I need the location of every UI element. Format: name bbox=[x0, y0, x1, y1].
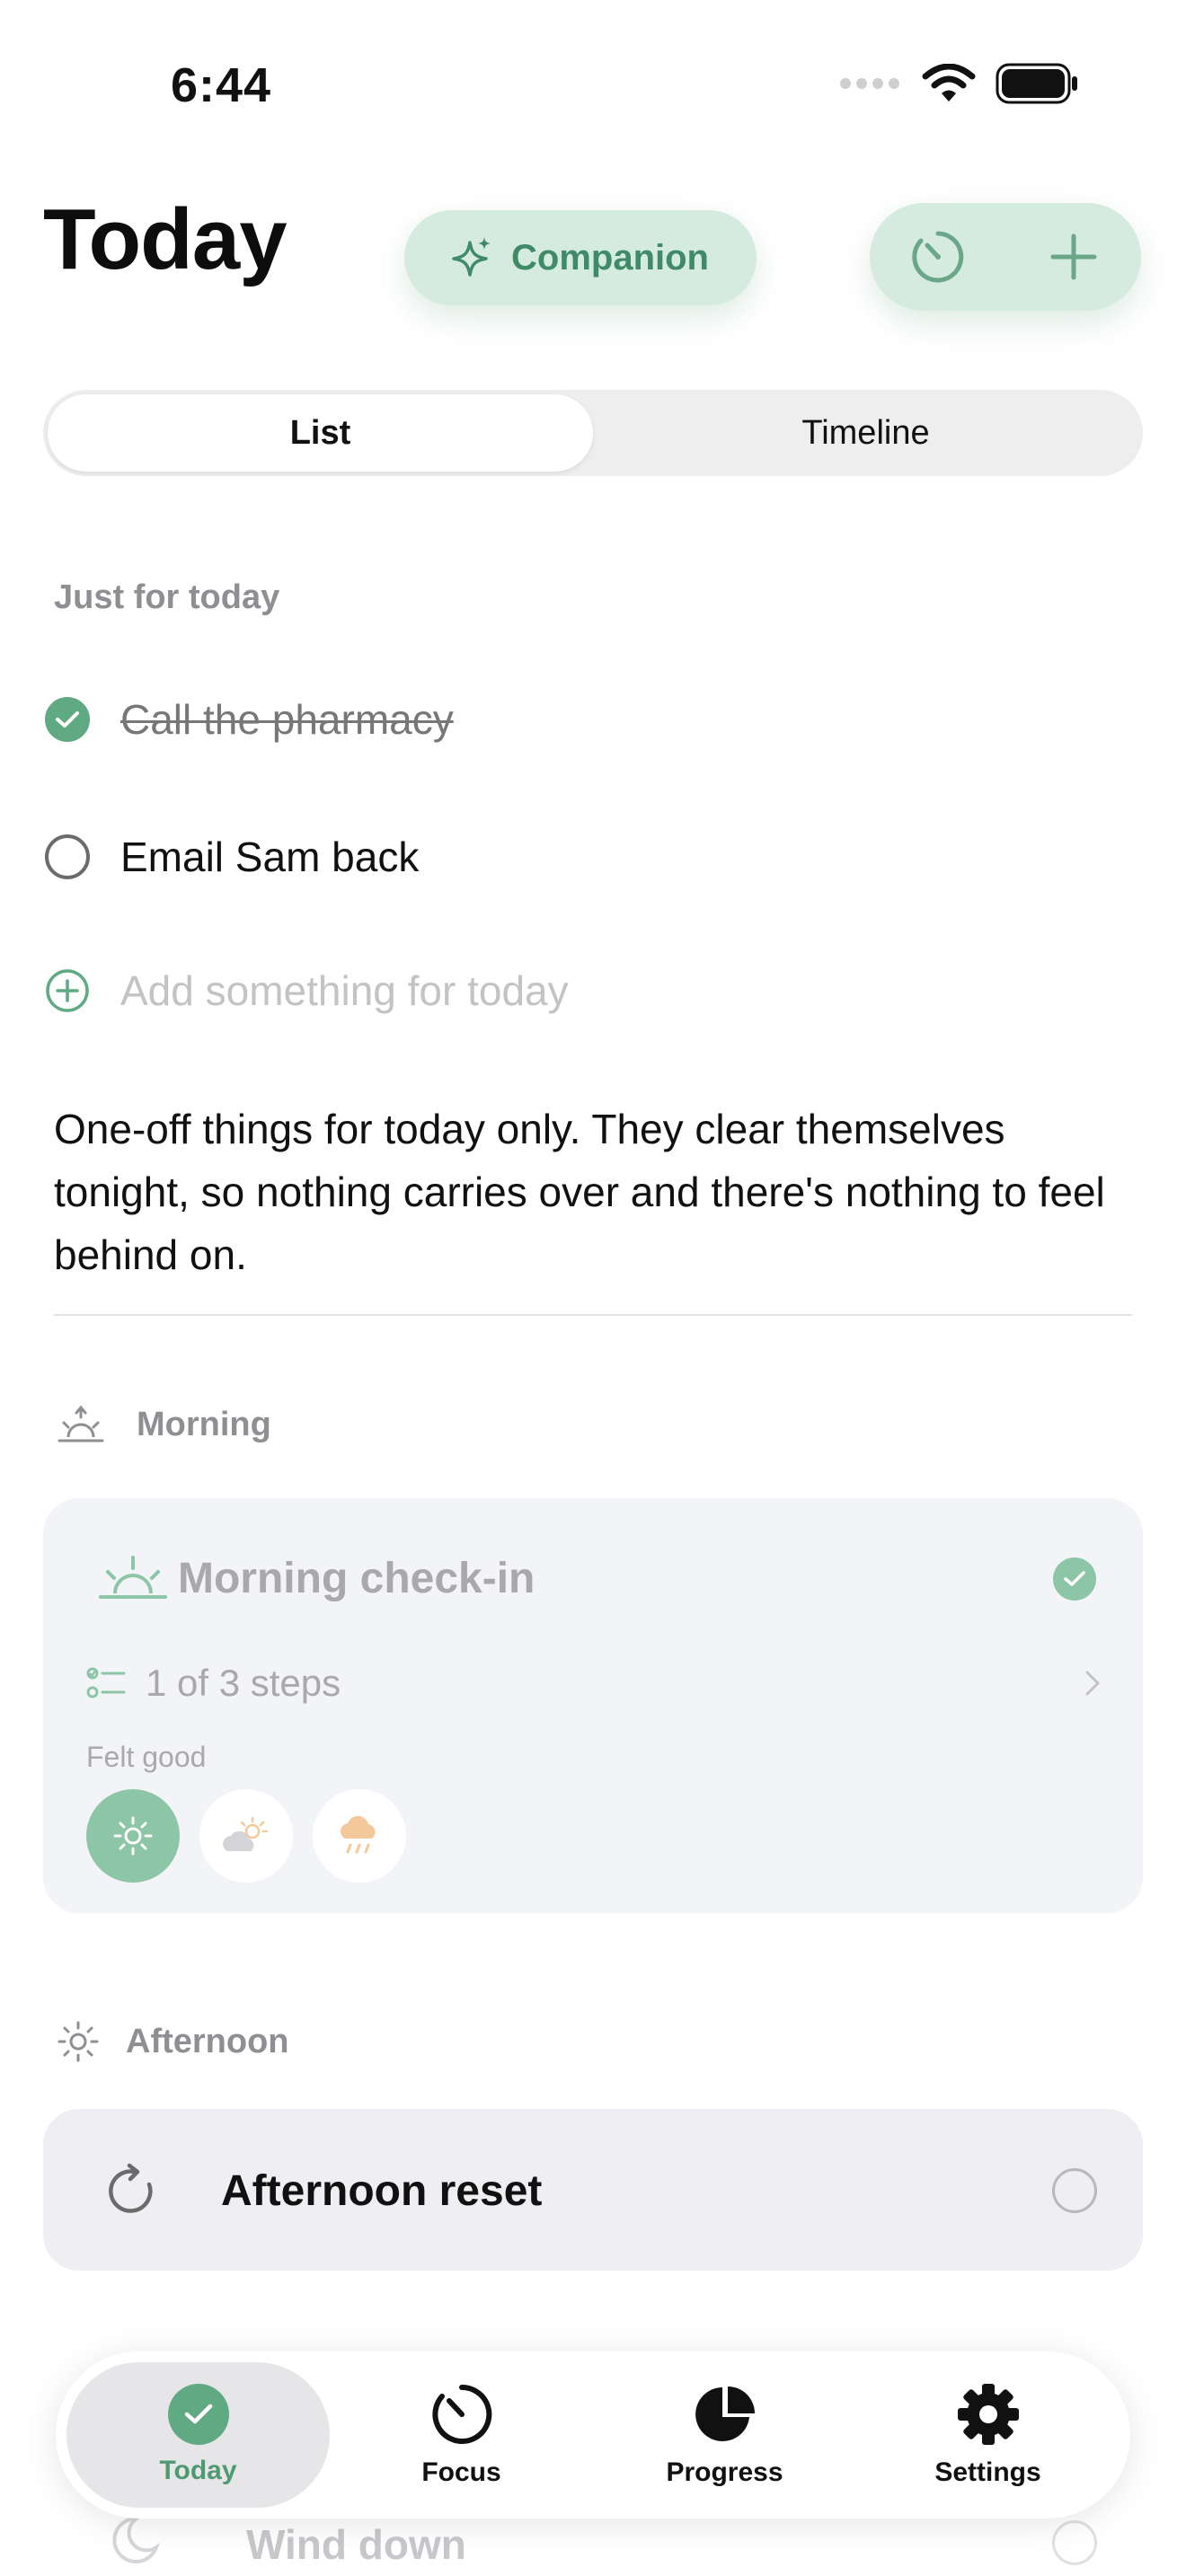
tab-settings[interactable]: Settings bbox=[856, 2362, 1120, 2508]
add-circle-icon bbox=[46, 969, 89, 1012]
afternoon-card-title: Afternoon reset bbox=[221, 2167, 543, 2215]
just-for-today-label: Just for today bbox=[54, 578, 280, 616]
sparkles-icon bbox=[452, 237, 491, 277]
partly-cloudy-icon[interactable] bbox=[199, 1789, 293, 1883]
todo-item[interactable]: Call the pharmacy bbox=[45, 695, 454, 744]
empty-circle-icon[interactable] bbox=[45, 834, 90, 879]
todo-label: Call the pharmacy bbox=[120, 696, 454, 743]
add-todo-input[interactable]: Add something for today bbox=[120, 966, 569, 1015]
companion-button[interactable]: Companion bbox=[404, 210, 757, 305]
gear-icon bbox=[957, 2384, 1019, 2445]
complete-toggle[interactable] bbox=[1052, 2520, 1097, 2565]
timer-icon bbox=[911, 231, 963, 283]
rainy-icon[interactable] bbox=[313, 1789, 406, 1883]
just-for-today-explanation: One-off things for today only. They clea… bbox=[54, 1106, 1105, 1278]
afternoon-group-label: Afternoon bbox=[126, 2022, 289, 2060]
morning-card-title: Morning check-in bbox=[178, 1555, 535, 1602]
todo-label: Email Sam back bbox=[120, 834, 420, 880]
header-actions bbox=[870, 203, 1141, 311]
cellular-signal-icon bbox=[840, 78, 899, 89]
morning-group-label: Morning bbox=[137, 1405, 271, 1443]
tab-label: Progress bbox=[666, 2457, 783, 2487]
page-title: Today bbox=[43, 191, 288, 287]
pie-chart-icon bbox=[695, 2386, 755, 2441]
sunny-icon[interactable] bbox=[86, 1789, 180, 1883]
segment-list[interactable]: List bbox=[48, 394, 593, 472]
mood-label: Felt good bbox=[86, 1741, 207, 1773]
add-button[interactable] bbox=[1029, 212, 1119, 302]
checklist-icon bbox=[86, 1667, 126, 1698]
complete-toggle[interactable] bbox=[1052, 2168, 1097, 2213]
tab-focus[interactable]: Focus bbox=[330, 2362, 593, 2508]
checkmark-icon[interactable] bbox=[1053, 1557, 1096, 1601]
tab-progress[interactable]: Progress bbox=[593, 2362, 856, 2508]
tab-label: Focus bbox=[421, 2457, 501, 2487]
tab-bar: Today Focus Progress Settings bbox=[56, 2351, 1130, 2519]
divider bbox=[54, 1314, 1132, 1316]
segment-timeline[interactable]: Timeline bbox=[593, 394, 1138, 472]
steps-row[interactable]: 1 of 3 steps bbox=[86, 1662, 1102, 1705]
status-icons bbox=[839, 63, 1078, 104]
sunrise-icon bbox=[99, 1556, 167, 1599]
companion-button-label: Companion bbox=[511, 237, 709, 278]
moon-icon bbox=[112, 2516, 160, 2563]
battery-icon bbox=[996, 63, 1077, 104]
checkmark-icon[interactable] bbox=[45, 697, 90, 742]
timer-button[interactable] bbox=[893, 212, 983, 302]
afternoon-reset-card[interactable] bbox=[43, 2109, 1143, 2271]
timer-icon bbox=[431, 2384, 491, 2444]
refresh-icon bbox=[109, 2163, 153, 2213]
chevron-right-icon bbox=[1085, 1671, 1100, 1696]
add-todo-row[interactable]: Add something for today bbox=[45, 966, 569, 1015]
wind-down-title: Wind down bbox=[246, 2521, 466, 2568]
sunrise-icon bbox=[58, 1405, 104, 1442]
wifi-icon bbox=[922, 64, 976, 101]
todo-item[interactable]: Email Sam back bbox=[45, 833, 419, 881]
steps-label: 1 of 3 steps bbox=[146, 1662, 341, 1704]
checkmark-circle-icon bbox=[167, 2384, 229, 2445]
tab-label: Today bbox=[159, 2456, 237, 2485]
afternoon-group-header: Afternoon bbox=[56, 2019, 289, 2064]
plus-icon bbox=[1050, 234, 1096, 280]
sun-icon bbox=[58, 2021, 99, 2062]
morning-group-header: Morning bbox=[56, 1403, 271, 1446]
status-time: 6:44 bbox=[171, 58, 272, 112]
tab-today[interactable]: Today bbox=[66, 2362, 330, 2508]
view-segmented-control: List Timeline bbox=[43, 390, 1143, 476]
tab-label: Settings bbox=[934, 2457, 1041, 2487]
